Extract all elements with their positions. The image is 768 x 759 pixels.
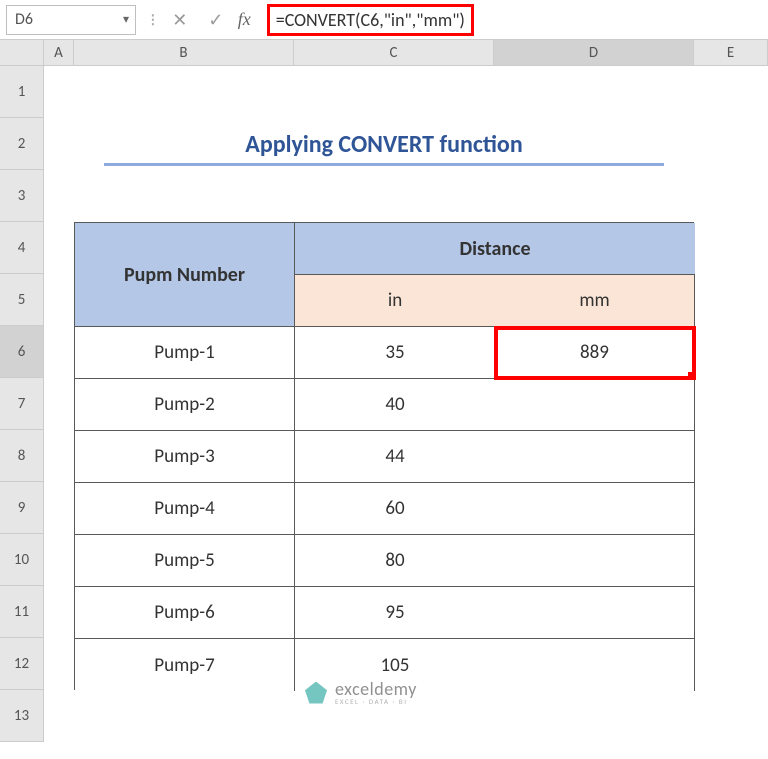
logo-icon xyxy=(305,682,327,704)
row-header-5[interactable]: 5 xyxy=(0,274,44,326)
spreadsheet-grid: A B C D E 1 2 3 4 5 6 7 8 9 10 11 12 13 … xyxy=(0,40,768,742)
table-row[interactable]: 60 xyxy=(295,483,495,535)
table-row[interactable]: 80 xyxy=(295,535,495,587)
fx-icon[interactable]: fx xyxy=(234,9,261,30)
subheader-in[interactable]: in xyxy=(295,275,495,327)
sheet-title-text: Applying CONVERT function xyxy=(245,130,522,159)
table-row[interactable] xyxy=(495,431,695,483)
table-row[interactable]: 44 xyxy=(295,431,495,483)
watermark-main: exceldemy xyxy=(335,680,417,698)
col-header-B[interactable]: B xyxy=(74,40,294,65)
table-row[interactable] xyxy=(495,535,695,587)
row-header-6[interactable]: 6 xyxy=(0,326,44,378)
row-header-4[interactable]: 4 xyxy=(0,222,44,274)
row-header-13[interactable]: 13 xyxy=(0,690,44,742)
row-header-1[interactable]: 1 xyxy=(0,66,44,118)
accept-formula-button[interactable]: ✓ xyxy=(198,5,234,35)
column-headers: A B C D E xyxy=(0,40,768,66)
row-header-2[interactable]: 2 xyxy=(0,118,44,170)
data-table: Pupm Number Distance in mm Pump-1 35 889… xyxy=(74,222,694,690)
cell-D6[interactable]: 889 xyxy=(495,327,695,379)
name-box[interactable]: D6 ▾ xyxy=(6,5,136,35)
title-underline xyxy=(104,163,664,166)
row-headers: 1 2 3 4 5 6 7 8 9 10 11 12 13 xyxy=(0,66,44,742)
table-row[interactable]: 95 xyxy=(295,587,495,639)
col-header-E[interactable]: E xyxy=(694,40,768,65)
table-row[interactable] xyxy=(495,587,695,639)
separator-icon: ⁝ xyxy=(144,9,162,31)
table-row[interactable]: 35 xyxy=(295,327,495,379)
table-row[interactable] xyxy=(495,483,695,535)
sheet-title: Applying CONVERT function xyxy=(74,118,694,170)
col-header-A[interactable]: A xyxy=(44,40,74,65)
cancel-formula-button[interactable]: ✕ xyxy=(162,5,198,35)
header-pump-number[interactable]: Pupm Number xyxy=(75,223,295,327)
header-distance[interactable]: Distance xyxy=(295,223,695,275)
cells-area[interactable]: Applying CONVERT function Pupm Number Di… xyxy=(44,66,768,742)
table-row[interactable]: Pump-1 xyxy=(75,327,295,379)
table-row[interactable] xyxy=(495,379,695,431)
row-header-12[interactable]: 12 xyxy=(0,638,44,690)
name-box-value: D6 xyxy=(15,10,33,29)
col-header-D[interactable]: D xyxy=(494,40,694,65)
formula-text: =CONVERT(C6,"in","mm") xyxy=(267,4,474,36)
watermark-sub: EXCEL · DATA · BI xyxy=(335,698,417,705)
table-row[interactable]: Pump-2 xyxy=(75,379,295,431)
table-row[interactable]: Pump-5 xyxy=(75,535,295,587)
formula-input[interactable]: =CONVERT(C6,"in","mm") xyxy=(261,5,762,35)
row-header-3[interactable]: 3 xyxy=(0,170,44,222)
row-header-10[interactable]: 10 xyxy=(0,534,44,586)
table-row[interactable]: 40 xyxy=(295,379,495,431)
table-row[interactable]: Pump-7 xyxy=(75,639,295,691)
subheader-mm[interactable]: mm xyxy=(495,275,695,327)
row-header-8[interactable]: 8 xyxy=(0,430,44,482)
formula-bar: D6 ▾ ⁝ ✕ ✓ fx =CONVERT(C6,"in","mm") xyxy=(0,0,768,40)
chevron-down-icon[interactable]: ▾ xyxy=(123,12,129,27)
table-row[interactable]: Pump-4 xyxy=(75,483,295,535)
row-header-9[interactable]: 9 xyxy=(0,482,44,534)
row-header-7[interactable]: 7 xyxy=(0,378,44,430)
table-row[interactable]: Pump-6 xyxy=(75,587,295,639)
select-all-corner[interactable] xyxy=(0,40,44,65)
table-row[interactable]: Pump-3 xyxy=(75,431,295,483)
watermark: exceldemy EXCEL · DATA · BI xyxy=(305,680,417,705)
col-header-C[interactable]: C xyxy=(294,40,494,65)
row-header-11[interactable]: 11 xyxy=(0,586,44,638)
table-row[interactable] xyxy=(495,639,695,691)
